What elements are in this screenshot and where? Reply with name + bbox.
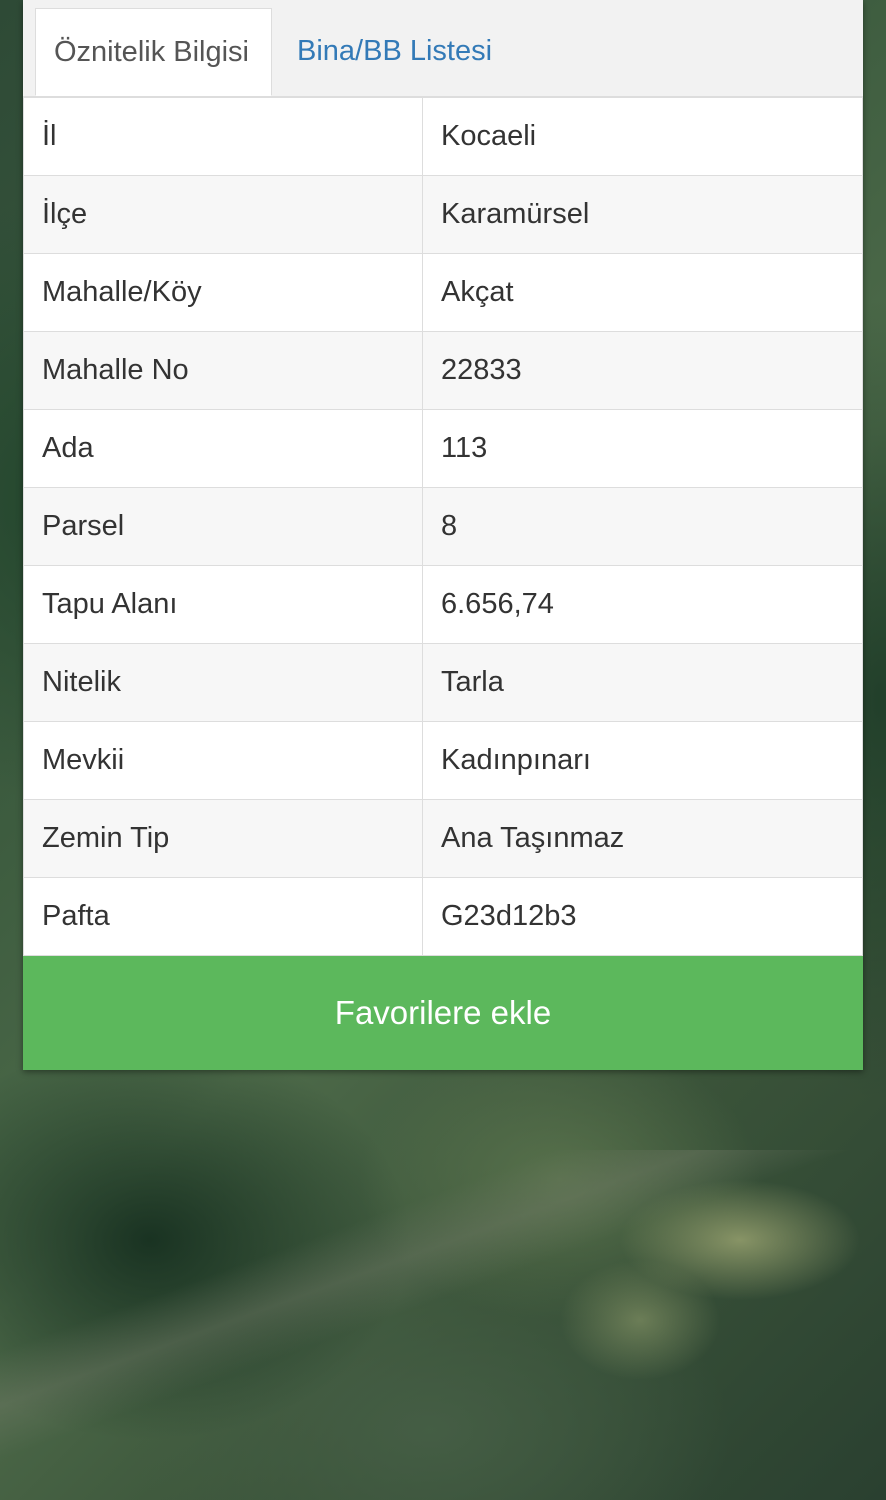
table-row: İlçe Karamürsel <box>23 175 863 254</box>
attribute-key: Parsel <box>23 487 423 566</box>
table-row: Ada 113 <box>23 409 863 488</box>
attribute-value: 6.656,74 <box>422 565 863 644</box>
tab-building-list[interactable]: Bina/BB Listesi <box>279 8 510 96</box>
attribute-key: Mevkii <box>23 721 423 800</box>
attribute-key: İlçe <box>23 175 423 254</box>
attribute-key: Mahalle No <box>23 331 423 410</box>
table-row: Parsel 8 <box>23 487 863 566</box>
tab-attribute-info[interactable]: Öznitelik Bilgisi <box>35 8 272 96</box>
attribute-value: Ana Taşınmaz <box>422 799 863 878</box>
attribute-table: İl Kocaeli İlçe Karamürsel Mahalle/Köy A… <box>23 97 863 956</box>
attribute-key: İl <box>23 97 423 176</box>
table-row: Pafta G23d12b3 <box>23 877 863 956</box>
attribute-value: Kocaeli <box>422 97 863 176</box>
attribute-value: Karamürsel <box>422 175 863 254</box>
attribute-value: Akçat <box>422 253 863 332</box>
attribute-key: Mahalle/Köy <box>23 253 423 332</box>
map-terrain-overlay <box>0 1150 886 1500</box>
attribute-value: Kadınpınarı <box>422 721 863 800</box>
attribute-key: Nitelik <box>23 643 423 722</box>
table-row: Zemin Tip Ana Taşınmaz <box>23 799 863 878</box>
add-to-favorites-button[interactable]: Favorilere ekle <box>23 956 863 1070</box>
attribute-key: Pafta <box>23 877 423 956</box>
tab-bar: Öznitelik Bilgisi Bina/BB Listesi <box>23 0 863 97</box>
attribute-value: 22833 <box>422 331 863 410</box>
attribute-key: Tapu Alanı <box>23 565 423 644</box>
attribute-value: G23d12b3 <box>422 877 863 956</box>
table-row: İl Kocaeli <box>23 97 863 176</box>
table-row: Tapu Alanı 6.656,74 <box>23 565 863 644</box>
table-row: Nitelik Tarla <box>23 643 863 722</box>
attribute-key: Ada <box>23 409 423 488</box>
table-row: Mevkii Kadınpınarı <box>23 721 863 800</box>
attribute-value: 113 <box>422 409 863 488</box>
attribute-key: Zemin Tip <box>23 799 423 878</box>
attribute-value: 8 <box>422 487 863 566</box>
table-row: Mahalle/Köy Akçat <box>23 253 863 332</box>
parcel-info-panel: Öznitelik Bilgisi Bina/BB Listesi İl Koc… <box>23 0 863 1070</box>
attribute-value: Tarla <box>422 643 863 722</box>
table-row: Mahalle No 22833 <box>23 331 863 410</box>
